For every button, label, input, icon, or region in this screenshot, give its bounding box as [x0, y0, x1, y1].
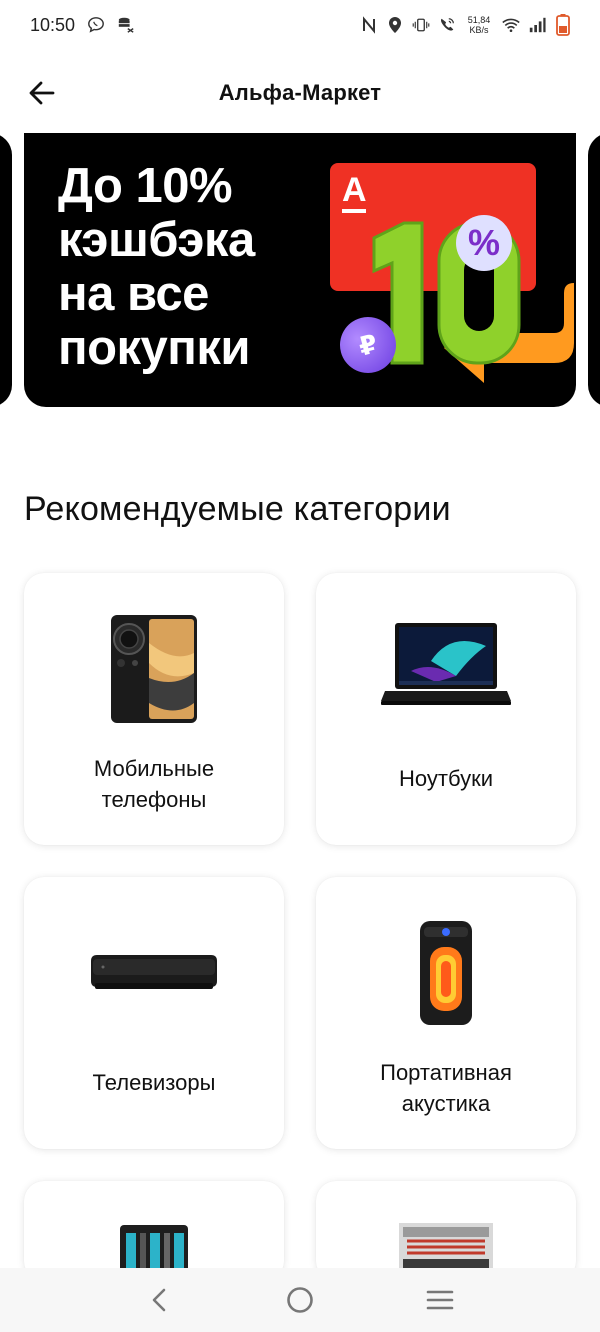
status-left: 10:50	[30, 15, 135, 36]
phone-image	[111, 615, 197, 723]
category-label: Мобильные телефоны	[34, 753, 274, 815]
previous-banner-peek[interactable]	[0, 133, 12, 407]
status-time: 10:50	[30, 14, 76, 35]
network-speed-value: 51,84	[467, 15, 491, 25]
speaker-image	[420, 921, 472, 1025]
category-label: Ноутбуки	[326, 763, 566, 794]
viber-icon	[87, 16, 105, 34]
percent-badge: %	[456, 215, 512, 271]
network-speed: 51,84 KB/s	[464, 15, 494, 35]
nfc-icon	[360, 16, 378, 34]
nav-menu-button[interactable]	[420, 1280, 460, 1320]
vibrate-icon	[412, 16, 430, 34]
category-tile-laptops[interactable]: Ноутбуки	[316, 573, 576, 845]
category-label-line: Телевизоры	[92, 1070, 216, 1095]
promo-banner[interactable]: До 10% кэшбэка на все покупки А 10 % ₽	[24, 133, 576, 407]
category-tile-portable-speakers[interactable]: Портативная акустика	[316, 877, 576, 1149]
banner-headline: До 10% кэшбэка на все покупки	[58, 159, 318, 375]
next-banner-peek[interactable]	[588, 133, 600, 407]
banner-headline-line: покупки	[58, 321, 251, 375]
call-wifi-icon	[438, 16, 456, 34]
chevron-left-icon	[152, 1288, 166, 1312]
category-label-line: Портативная	[380, 1060, 512, 1085]
system-nav-bar	[0, 1268, 600, 1332]
category-tile-tvs[interactable]: Телевизоры	[24, 877, 284, 1149]
laptop-image	[381, 623, 511, 705]
promo-carousel[interactable]: До 10% кэшбэка на все покупки А 10 % ₽	[0, 133, 600, 409]
banner-headline-line: на все	[58, 267, 209, 321]
category-label: Портативная акустика	[326, 1057, 566, 1119]
status-bar: 10:50 51,84 KB/s	[0, 0, 600, 50]
app-bar: Альфа-Маркет	[0, 60, 600, 126]
category-label-line: Ноутбуки	[399, 766, 493, 791]
signal-icon	[528, 16, 546, 34]
banner-headline-line: кэшбэка	[58, 213, 255, 267]
category-grid: Мобильные телефоны Ноутбуки Телевизоры П…	[24, 573, 576, 1281]
category-tile-tools[interactable]	[24, 1181, 284, 1281]
nav-back-button[interactable]	[140, 1280, 180, 1320]
category-label-line: телефоны	[101, 787, 207, 812]
circle-home-icon	[287, 1287, 313, 1313]
location-icon	[386, 16, 404, 34]
back-button[interactable]	[22, 73, 62, 113]
category-label-line: Мобильные	[93, 756, 215, 781]
category-label: Телевизоры	[34, 1067, 274, 1098]
banner-headline-line: До 10%	[58, 159, 233, 213]
category-label-line: акустика	[401, 1091, 491, 1116]
hamburger-menu-icon	[426, 1290, 454, 1310]
page-title: Альфа-Маркет	[218, 80, 382, 105]
network-speed-unit: KB/s	[469, 25, 489, 35]
arrow-left-icon	[29, 81, 55, 105]
category-tile-dishwashers[interactable]	[316, 1181, 576, 1281]
battery-icon	[554, 14, 572, 36]
category-tile-mobile-phones[interactable]: Мобильные телефоны	[24, 573, 284, 845]
database-sync-icon	[117, 16, 135, 34]
section-title: Рекомендуемые категории	[24, 490, 451, 528]
wifi-icon	[502, 16, 520, 34]
big-number-text: 10	[334, 193, 336, 194]
projector-image	[91, 955, 217, 989]
nav-home-button[interactable]	[280, 1280, 320, 1320]
status-right: 51,84 KB/s	[360, 14, 572, 36]
